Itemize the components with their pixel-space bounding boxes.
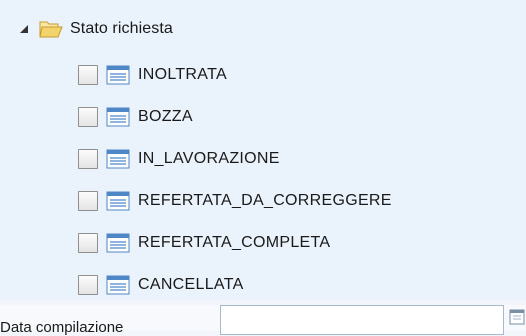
document-icon <box>106 191 130 211</box>
tree-item-label: IN_LAVORAZIONE <box>138 150 280 167</box>
tree-item-refertata-da-correggere[interactable]: REFERTATA_DA_CORREGGERE <box>78 184 392 218</box>
date-compilazione-label: Data compilazione <box>0 319 124 336</box>
tree-item-inoltrata[interactable]: INOLTRATA <box>78 58 392 92</box>
document-icon <box>106 65 130 85</box>
tree-item-label: CANCELLATA <box>138 276 244 293</box>
tree-node-stato-richiesta[interactable]: Stato richiesta <box>16 14 173 44</box>
tree-item-in-lavorazione[interactable]: IN_LAVORAZIONE <box>78 142 392 176</box>
document-icon <box>106 107 130 127</box>
checkbox-refertata-da-correggere[interactable] <box>78 191 98 211</box>
checkbox-refertata-completa[interactable] <box>78 233 98 253</box>
checkbox-bozza[interactable] <box>78 107 98 127</box>
tree-item-label: BOZZA <box>138 108 193 125</box>
checkbox-cancellata[interactable] <box>78 275 98 295</box>
date-filter-row: Data compilazione <box>0 305 526 336</box>
tree-node-label: Stato richiesta <box>70 20 173 37</box>
tree-item-cancellata[interactable]: CANCELLATA <box>78 268 392 302</box>
tree-item-bozza[interactable]: BOZZA <box>78 100 392 134</box>
checkbox-in-lavorazione[interactable] <box>78 149 98 169</box>
tree-item-label: REFERTATA_DA_CORREGGERE <box>138 192 392 209</box>
status-tree: Stato richiesta INOLTRATA BOZZA IN_LAVOR… <box>0 0 526 300</box>
checkbox-inoltrata[interactable] <box>78 65 98 85</box>
tree-item-label: REFERTATA_COMPLETA <box>138 234 331 251</box>
tree-children: INOLTRATA BOZZA IN_LAVORAZIONE REFERTATA… <box>78 58 392 310</box>
tree-item-refertata-completa[interactable]: REFERTATA_COMPLETA <box>78 226 392 260</box>
triangle-down-icon[interactable] <box>16 21 32 37</box>
calendar-icon[interactable] <box>508 307 526 331</box>
document-icon <box>106 233 130 253</box>
tree-item-label: INOLTRATA <box>138 66 227 83</box>
document-icon <box>106 149 130 169</box>
document-icon <box>106 275 130 295</box>
folder-icon <box>38 17 64 41</box>
